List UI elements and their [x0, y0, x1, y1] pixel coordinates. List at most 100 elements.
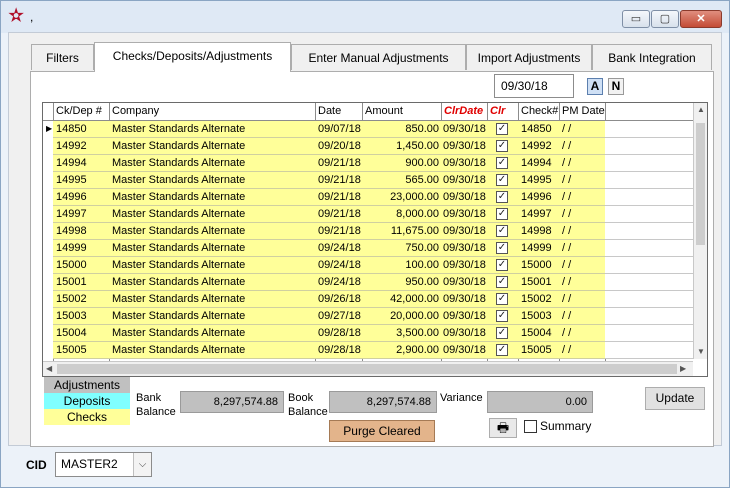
- cell-date[interactable]: 09/24/18: [318, 257, 361, 273]
- cleared-checkbox[interactable]: ✓: [496, 327, 508, 339]
- cleared-checkbox[interactable]: ✓: [496, 140, 508, 152]
- cell-company[interactable]: Master Standards Alternate: [112, 308, 312, 324]
- horizontal-scrollbar[interactable]: ◀ ▶: [43, 361, 693, 376]
- cleared-checkbox[interactable]: ✓: [496, 276, 508, 288]
- transactions-grid[interactable]: Ck/Dep # Company Date Amount ClrDate Clr…: [42, 102, 708, 377]
- cell-amount[interactable]: 565.00: [364, 172, 439, 188]
- cell-company[interactable]: Master Standards Alternate: [112, 172, 312, 188]
- table-row[interactable]: 15000 Master Standards Alternate 09/24/18 1…: [43, 257, 693, 274]
- table-row[interactable]: 14998 Master Standards Alternate 09/21/18 1…: [43, 223, 693, 240]
- scroll-up-icon[interactable]: ▲: [697, 105, 705, 114]
- cell-pm[interactable]: / /: [562, 155, 602, 171]
- cell-check[interactable]: 15001: [521, 274, 558, 290]
- cell-check[interactable]: 15000: [521, 257, 558, 273]
- table-row[interactable]: 15003 Master Standards Alternate 09/27/18 2…: [43, 308, 693, 325]
- cell-amount[interactable]: 1,450.00: [364, 138, 439, 154]
- cell-check[interactable]: 15005: [521, 342, 558, 358]
- cell-amount[interactable]: 11,675.00: [364, 223, 439, 239]
- cell-company[interactable]: Master Standards Alternate: [112, 291, 312, 307]
- cell-clrdate[interactable]: 09/30/18: [443, 121, 487, 137]
- cell-amount[interactable]: 3,500.00: [364, 325, 439, 341]
- cell-check[interactable]: 15003: [521, 308, 558, 324]
- cell-date[interactable]: 09/21/18: [318, 189, 361, 205]
- cell-pm[interactable]: / /: [562, 240, 602, 256]
- header-check-number[interactable]: Check#: [519, 103, 558, 120]
- cell-pm[interactable]: / /: [562, 172, 602, 188]
- tab-enter-manual-adjustments[interactable]: Enter Manual Adjustments: [291, 44, 466, 70]
- cell-pm[interactable]: / /: [562, 189, 602, 205]
- cell-ck[interactable]: 15000: [56, 257, 108, 273]
- cell-pm[interactable]: / /: [562, 138, 602, 154]
- cell-ck[interactable]: 14994: [56, 155, 108, 171]
- scroll-down-icon[interactable]: ▼: [697, 347, 705, 356]
- cell-pm[interactable]: / /: [562, 121, 602, 137]
- cell-company[interactable]: Master Standards Alternate: [112, 223, 312, 239]
- cell-pm[interactable]: / /: [562, 325, 602, 341]
- cell-clrdate[interactable]: 09/30/18: [443, 257, 487, 273]
- cell-amount[interactable]: 42,000.00: [364, 291, 439, 307]
- chevron-down-icon[interactable]: ⌵: [133, 453, 151, 476]
- cell-company[interactable]: Master Standards Alternate: [112, 189, 312, 205]
- header-pm-date[interactable]: PM Date: [560, 103, 605, 120]
- tab-import-adjustments[interactable]: Import Adjustments: [466, 44, 592, 70]
- cell-clrdate[interactable]: 09/30/18: [443, 223, 487, 239]
- cell-date[interactable]: 09/07/18: [318, 121, 361, 137]
- cleared-checkbox[interactable]: ✓: [496, 174, 508, 186]
- tab-bank-integration[interactable]: Bank Integration: [592, 44, 712, 70]
- cell-clrdate[interactable]: 09/30/18: [443, 206, 487, 222]
- cell-date[interactable]: 09/28/18: [318, 342, 361, 358]
- cell-clrdate[interactable]: 09/30/18: [443, 138, 487, 154]
- table-row[interactable]: 15001 Master Standards Alternate 09/24/18 9…: [43, 274, 693, 291]
- cell-check[interactable]: 14992: [521, 138, 558, 154]
- cell-date[interactable]: 09/21/18: [318, 223, 361, 239]
- cell-clrdate[interactable]: 09/30/18: [443, 274, 487, 290]
- cell-ck[interactable]: 15003: [56, 308, 108, 324]
- cell-amount[interactable]: 8,000.00: [364, 206, 439, 222]
- cell-clrdate[interactable]: 09/30/18: [443, 291, 487, 307]
- vertical-scroll-thumb[interactable]: [696, 123, 705, 245]
- update-button[interactable]: Update: [645, 387, 705, 410]
- header-amount[interactable]: Amount: [363, 103, 403, 120]
- cell-amount[interactable]: 850.00: [364, 121, 439, 137]
- cell-clrdate[interactable]: 09/30/18: [443, 189, 487, 205]
- cell-company[interactable]: Master Standards Alternate: [112, 121, 312, 137]
- table-row[interactable]: 15005 Master Standards Alternate 09/28/18 2…: [43, 342, 693, 359]
- table-row[interactable]: 15004 Master Standards Alternate 09/28/18 3…: [43, 325, 693, 342]
- table-row[interactable]: ▶ 14850 Master Standards Alternate 09/07/18…: [43, 121, 693, 138]
- table-row[interactable]: 14996 Master Standards Alternate 09/21/18 2…: [43, 189, 693, 206]
- cell-ck[interactable]: 15002: [56, 291, 108, 307]
- cell-check[interactable]: 14997: [521, 206, 558, 222]
- vertical-scrollbar[interactable]: ▲ ▼: [693, 103, 707, 359]
- cell-clrdate[interactable]: 09/30/18: [443, 342, 487, 358]
- cell-clrdate[interactable]: 09/30/18: [443, 325, 487, 341]
- table-row[interactable]: 14992 Master Standards Alternate 09/20/18 1…: [43, 138, 693, 155]
- cell-check[interactable]: 14994: [521, 155, 558, 171]
- cell-pm[interactable]: / /: [562, 308, 602, 324]
- cell-clrdate[interactable]: 09/30/18: [443, 308, 487, 324]
- print-button[interactable]: 🖶: [489, 418, 517, 438]
- cell-date[interactable]: 09/26/18: [318, 291, 361, 307]
- cell-company[interactable]: Master Standards Alternate: [112, 274, 312, 290]
- purge-cleared-button[interactable]: Purge Cleared: [329, 420, 435, 442]
- cell-ck[interactable]: 15005: [56, 342, 108, 358]
- cell-company[interactable]: Master Standards Alternate: [112, 257, 312, 273]
- cleared-checkbox[interactable]: ✓: [496, 123, 508, 135]
- cleared-checkbox[interactable]: ✓: [496, 157, 508, 169]
- table-row[interactable]: 14994 Master Standards Alternate 09/21/18 9…: [43, 155, 693, 172]
- header-clrdate[interactable]: ClrDate: [442, 103, 483, 120]
- cell-ck[interactable]: 14992: [56, 138, 108, 154]
- cell-check[interactable]: 15004: [521, 325, 558, 341]
- minimize-button[interactable]: ▭: [622, 10, 650, 28]
- cleared-checkbox[interactable]: ✓: [496, 344, 508, 356]
- cell-pm[interactable]: / /: [562, 257, 602, 273]
- close-button[interactable]: ✕: [680, 10, 722, 28]
- cell-date[interactable]: 09/27/18: [318, 308, 361, 324]
- cell-company[interactable]: Master Standards Alternate: [112, 325, 312, 341]
- scroll-left-icon[interactable]: ◀: [46, 364, 52, 373]
- cell-date[interactable]: 09/20/18: [318, 138, 361, 154]
- cell-company[interactable]: Master Standards Alternate: [112, 155, 312, 171]
- cell-company[interactable]: Master Standards Alternate: [112, 240, 312, 256]
- cleared-checkbox[interactable]: ✓: [496, 293, 508, 305]
- cell-check[interactable]: 14995: [521, 172, 558, 188]
- cell-pm[interactable]: / /: [562, 206, 602, 222]
